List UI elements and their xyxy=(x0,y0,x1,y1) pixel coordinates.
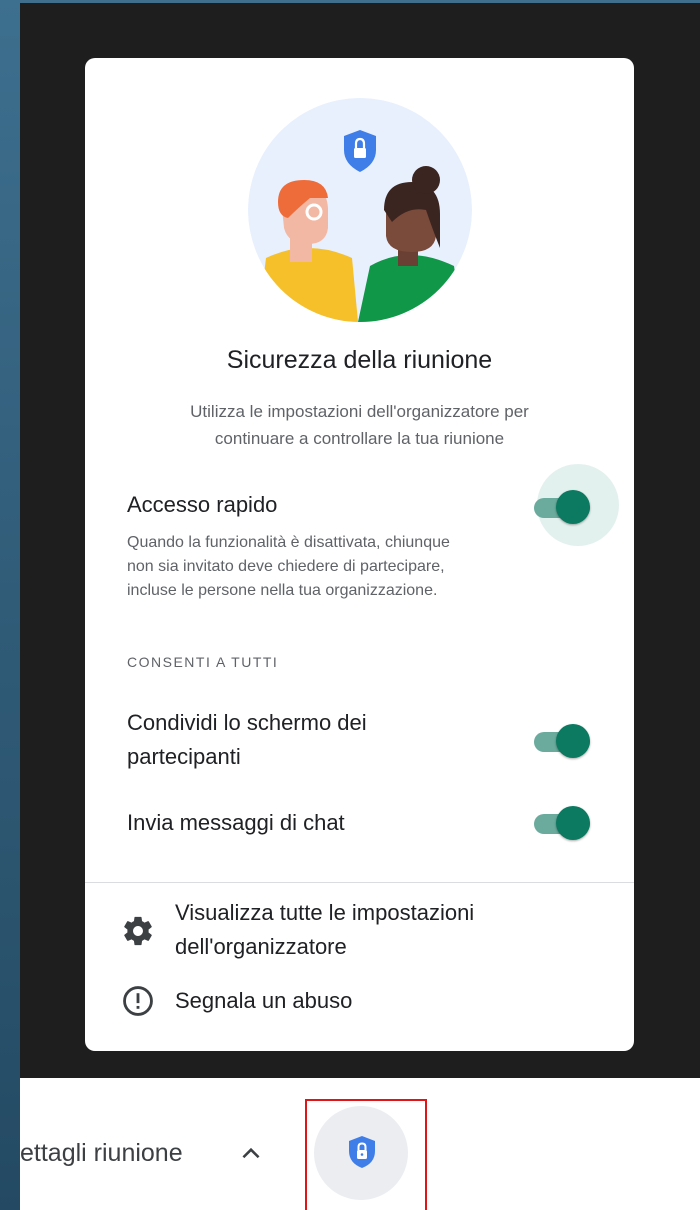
chat-label: Invia messaggi di chat xyxy=(127,810,345,835)
meeting-details-label: ettagli riunione xyxy=(20,1139,183,1167)
help-line: Quando la funzionalità è disattivata, ch… xyxy=(127,534,450,551)
gear-icon xyxy=(121,914,155,948)
share-screen-toggle[interactable] xyxy=(530,720,594,760)
chat-toggle[interactable] xyxy=(530,802,594,842)
chevron-up-icon xyxy=(238,1141,264,1167)
toggle-knob xyxy=(556,490,590,524)
toggle-knob xyxy=(556,724,590,758)
view-all-settings-line: dell'organizzatore xyxy=(175,934,347,959)
share-screen-label: Condividi lo schermo dei partecipanti xyxy=(127,706,367,774)
allow-all-section-header: CONSENTI A TUTTI xyxy=(127,654,279,670)
quick-access-toggle[interactable] xyxy=(530,486,594,526)
alert-circle-icon xyxy=(121,984,155,1018)
view-all-settings-text: Visualizza tutte le impostazioni dell'or… xyxy=(175,896,474,964)
description-line: continuare a controllare la tua riunione xyxy=(214,429,505,448)
share-screen-label-line: partecipanti xyxy=(127,744,241,769)
share-screen-label-line: Condividi lo schermo dei xyxy=(127,710,367,735)
panel-divider xyxy=(85,882,634,883)
security-illustration xyxy=(248,98,472,322)
quick-access-label: Accesso rapido xyxy=(127,492,278,517)
help-line: incluse le persone nella tua organizzazi… xyxy=(127,582,438,599)
meeting-security-panel: Sicurezza della riunione Utilizza le imp… xyxy=(85,58,634,1051)
dialog-description: Utilizza le impostazioni dell'organizzat… xyxy=(85,398,634,452)
report-abuse-text: Segnala un abuso xyxy=(175,988,353,1013)
desktop-background-strip xyxy=(0,0,20,1210)
dialog-title: Sicurezza della riunione xyxy=(226,346,493,374)
highlight-annotation-box xyxy=(305,1099,427,1210)
toggle-knob xyxy=(556,806,590,840)
view-all-settings-line: Visualizza tutte le impostazioni xyxy=(175,900,475,925)
description-line: Utilizza le impostazioni dell'organizzat… xyxy=(190,402,529,421)
help-line: non sia invitato deve chiedere di partec… xyxy=(127,558,445,575)
quick-access-help: Quando la funzionalità è disattivata, ch… xyxy=(127,531,547,603)
